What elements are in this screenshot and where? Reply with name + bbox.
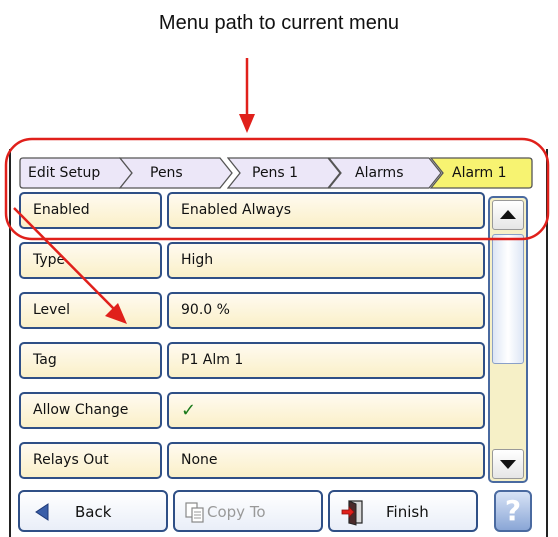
setting-row-level: Level 90.0 %: [19, 292, 485, 335]
exit-door-icon: [341, 500, 363, 526]
setting-label-text: Enabled: [33, 202, 90, 218]
triangle-down-icon: [500, 460, 516, 469]
breadcrumb-item-edit-setup[interactable]: Edit Setup: [19, 157, 134, 189]
setting-row-relays-out: Relays Out None: [19, 442, 485, 485]
setting-value-text: 90.0 %: [181, 302, 230, 318]
setting-value-button[interactable]: P1 Alm 1: [167, 342, 485, 379]
finish-button[interactable]: Finish: [328, 490, 478, 532]
footer-toolbar: Back Copy To Finish ?: [11, 490, 546, 537]
setting-row-allow-change: Allow Change ✓: [19, 392, 485, 435]
setting-value-button[interactable]: Enabled Always: [167, 192, 485, 229]
setting-label: Tag: [19, 342, 162, 379]
scroll-thumb[interactable]: [492, 234, 524, 364]
breadcrumb-label: Alarm 1: [452, 165, 507, 181]
breadcrumb-label: Pens 1: [252, 165, 299, 181]
setting-value-text: Enabled Always: [181, 202, 292, 218]
scrollbar[interactable]: [488, 196, 528, 483]
setting-row-type: Type High: [19, 242, 485, 285]
setting-label-text: Relays Out: [33, 452, 109, 468]
setting-label-text: Level: [33, 302, 70, 318]
back-arrow-icon: [35, 503, 49, 521]
setting-label-text: Tag: [33, 352, 57, 368]
copy-to-button[interactable]: Copy To: [173, 490, 323, 532]
copy-to-label: Copy To: [207, 503, 266, 521]
back-label: Back: [75, 503, 112, 521]
finish-label: Finish: [386, 503, 429, 521]
breadcrumb-label: Alarms: [355, 165, 404, 181]
help-icon: ?: [504, 494, 522, 527]
setting-value-button[interactable]: 90.0 %: [167, 292, 485, 329]
callout-arrowhead: [239, 114, 255, 133]
breadcrumb-label: Pens: [150, 165, 183, 181]
breadcrumb-item-alarm-1[interactable]: Alarm 1: [430, 157, 533, 189]
breadcrumb-item-pens[interactable]: Pens: [119, 157, 234, 189]
back-button[interactable]: Back: [18, 490, 168, 532]
scroll-up-button[interactable]: [492, 200, 524, 230]
annotation-title: Menu path to current menu: [158, 12, 400, 34]
setting-value-button[interactable]: None: [167, 442, 485, 479]
setting-label: Type: [19, 242, 162, 279]
device-screen: Edit Setup Pens Pens 1 Alarms Alarm 1 En…: [9, 149, 548, 537]
scroll-down-button[interactable]: [492, 449, 524, 479]
breadcrumb-item-alarms[interactable]: Alarms: [328, 157, 443, 189]
breadcrumb-item-pens-1[interactable]: Pens 1: [227, 157, 342, 189]
help-button[interactable]: ?: [494, 490, 532, 532]
settings-list: Enabled Enabled Always Type High Level 9…: [19, 192, 485, 492]
setting-value-text: P1 Alm 1: [181, 352, 244, 368]
setting-label-text: Allow Change: [33, 402, 129, 418]
setting-value-text: High: [181, 252, 214, 268]
setting-label: Enabled: [19, 192, 162, 229]
setting-label: Allow Change: [19, 392, 162, 429]
breadcrumb: Edit Setup Pens Pens 1 Alarms Alarm 1: [19, 157, 533, 189]
setting-label: Relays Out: [19, 442, 162, 479]
setting-label-text: Type: [33, 252, 66, 268]
allow-change-checkbox[interactable]: ✓: [167, 392, 485, 429]
setting-value-text: None: [181, 452, 218, 468]
copy-icon: [185, 502, 204, 523]
checkmark-icon: ✓: [181, 400, 197, 421]
triangle-up-icon: [500, 210, 516, 219]
breadcrumb-label: Edit Setup: [28, 165, 101, 181]
setting-row-tag: Tag P1 Alm 1: [19, 342, 485, 385]
setting-label: Level: [19, 292, 162, 329]
setting-value-button[interactable]: High: [167, 242, 485, 279]
setting-row-enabled: Enabled Enabled Always: [19, 192, 485, 235]
